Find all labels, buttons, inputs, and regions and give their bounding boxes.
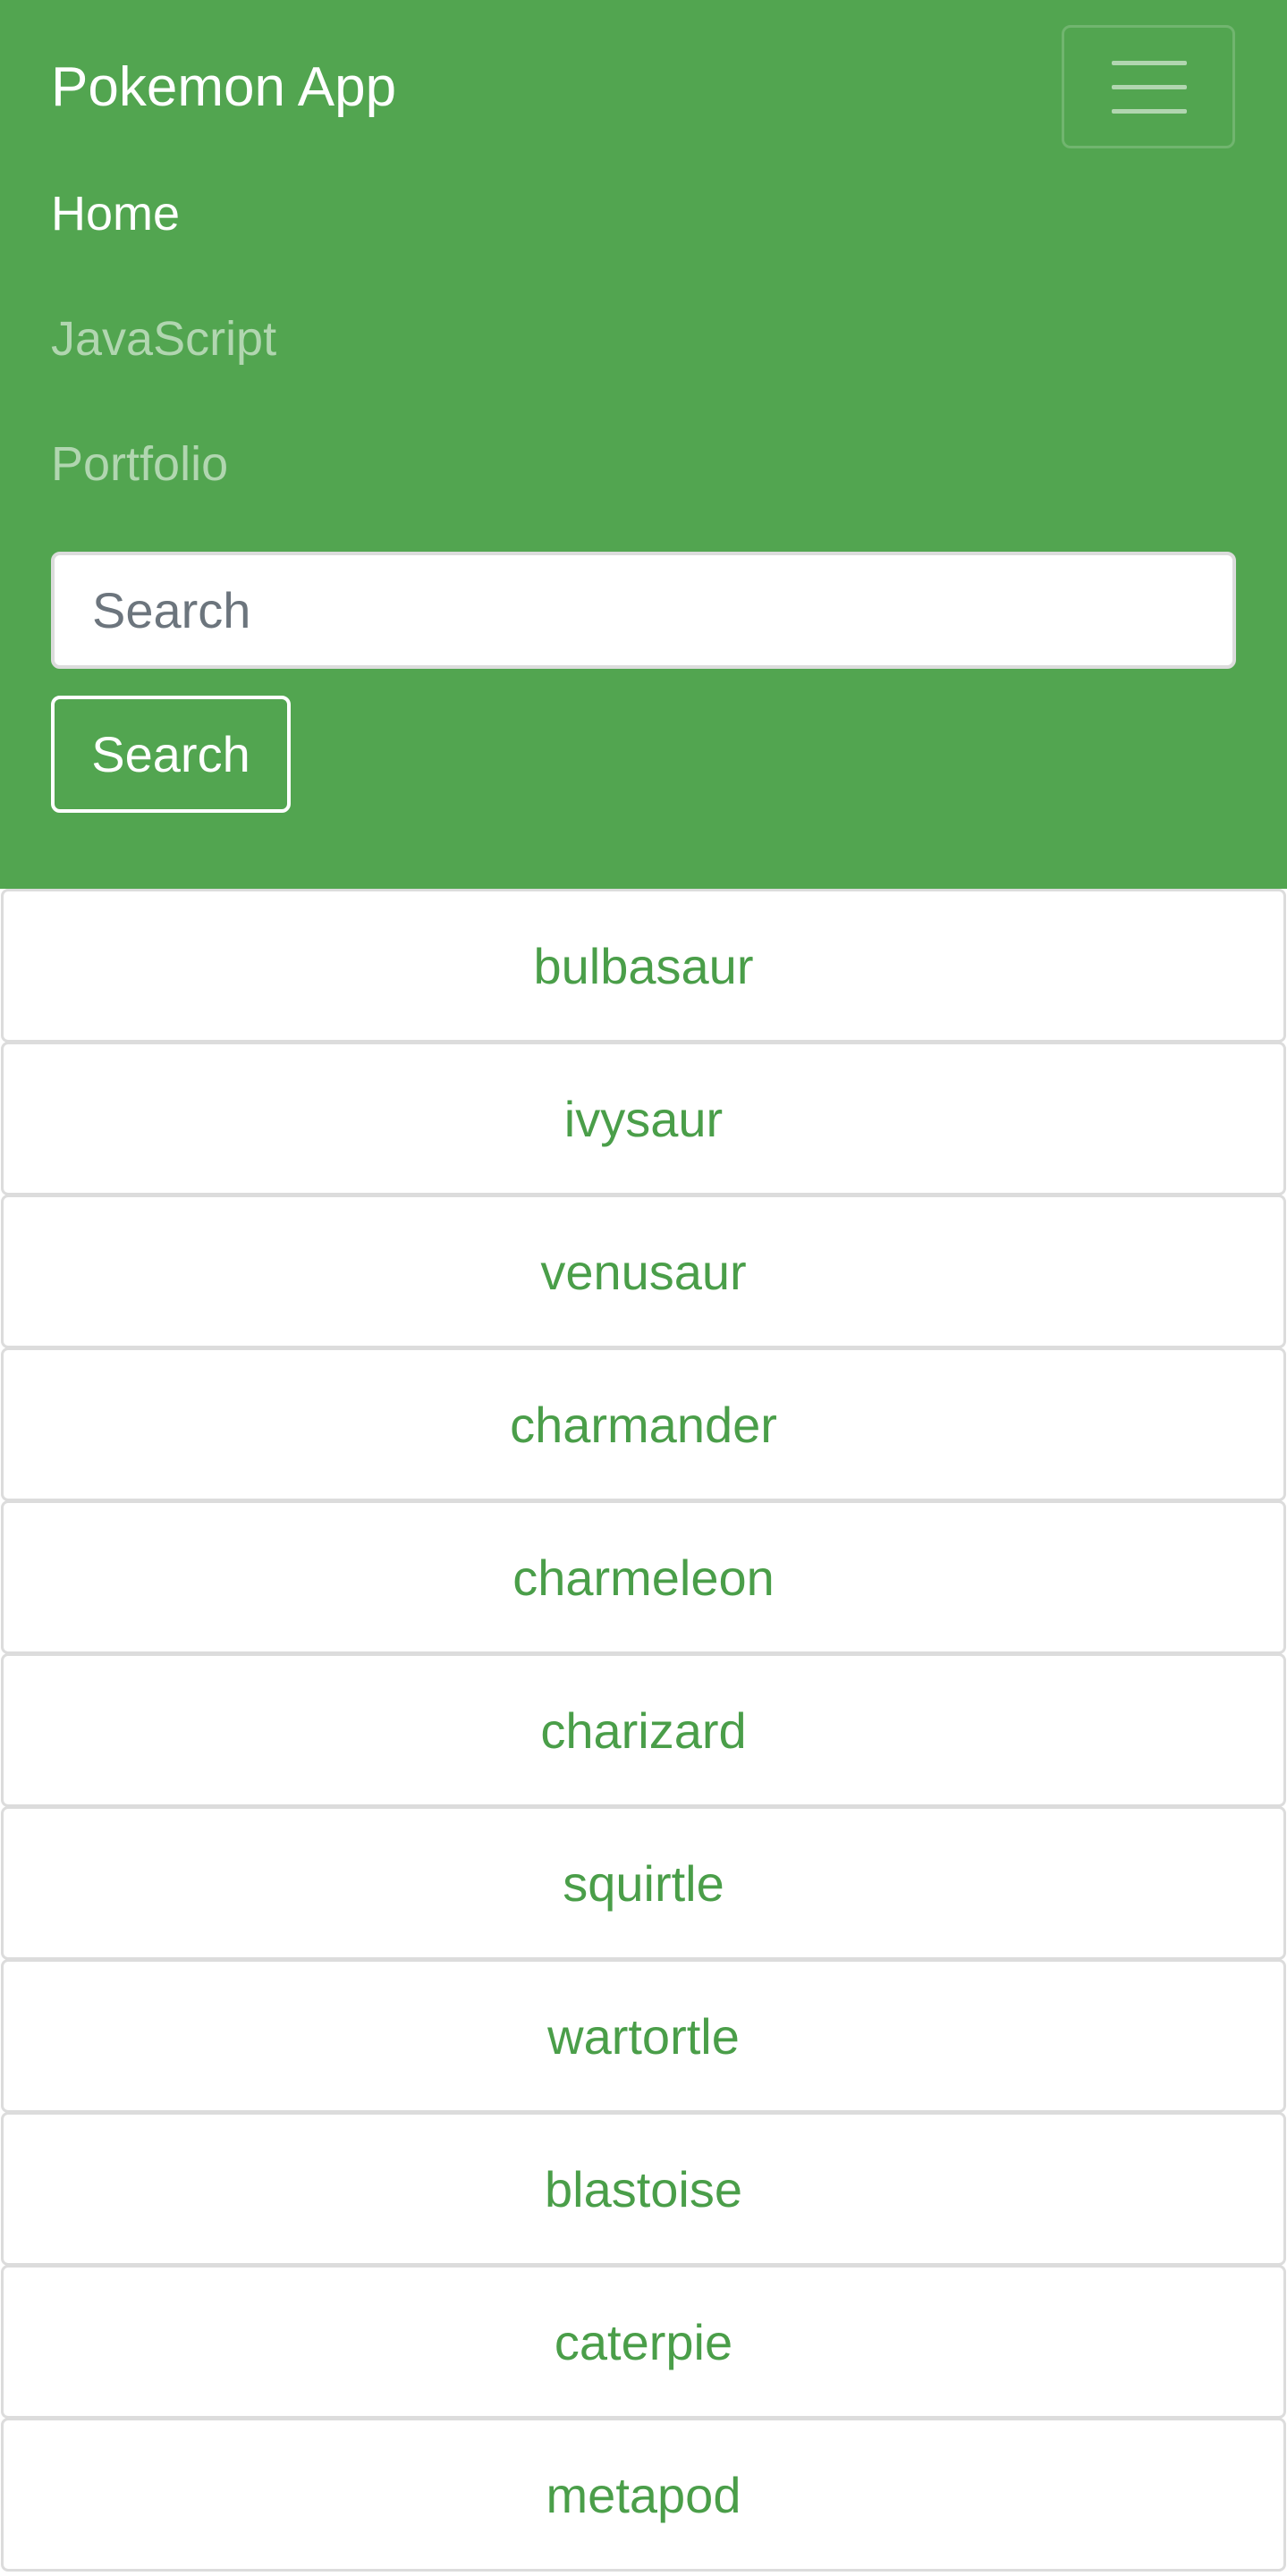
pokemon-list-item[interactable]: venusaur [1, 1195, 1286, 1348]
nav-link-portfolio[interactable]: Portfolio [51, 435, 228, 494]
pokemon-list-item[interactable]: metapod [1, 2418, 1286, 2572]
pokemon-list-item[interactable]: blastoise [1, 2112, 1286, 2266]
pokemon-list-item[interactable]: caterpie [1, 2265, 1286, 2419]
pokemon-list-item[interactable]: charmeleon [1, 1500, 1286, 1654]
brand-title[interactable]: Pokemon App [51, 54, 396, 122]
search-button[interactable]: Search [51, 696, 291, 813]
nav-link-home[interactable]: Home [51, 184, 180, 243]
pokemon-list-item[interactable]: wartortle [1, 1959, 1286, 2113]
pokemon-list-item[interactable]: charizard [1, 1653, 1286, 1807]
pokemon-list: bulbasaur ivysaur venusaur charmander ch… [0, 889, 1287, 2572]
pokemon-list-item[interactable]: squirtle [1, 1806, 1286, 1960]
nav-link-javascript[interactable]: JavaScript [51, 309, 276, 368]
navbar: Pokemon App Home JavaScript Portfolio Se… [0, 0, 1287, 889]
pokemon-list-item[interactable]: ivysaur [1, 1042, 1286, 1195]
pokemon-list-item[interactable]: charmander [1, 1347, 1286, 1501]
search-input[interactable] [51, 552, 1236, 669]
navbar-toggle-button[interactable] [1062, 25, 1235, 148]
pokemon-list-item[interactable]: bulbasaur [1, 889, 1286, 1043]
